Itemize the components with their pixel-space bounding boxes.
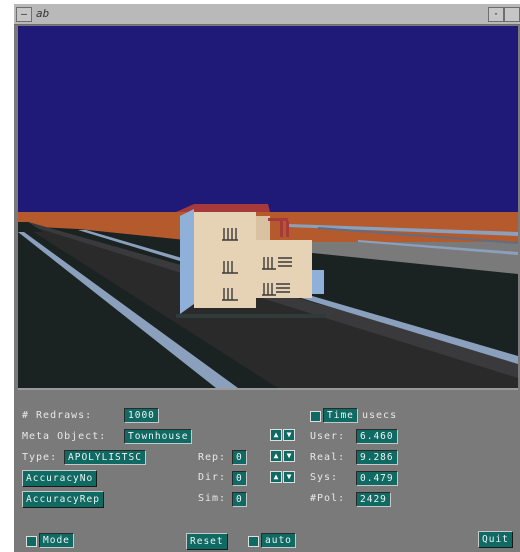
house-wing-side xyxy=(312,270,324,294)
control-panel: # Redraws: 1000 Meta Object: Townhouse T… xyxy=(18,388,518,552)
sys-label: Sys: xyxy=(310,472,339,483)
upper-floor xyxy=(256,216,270,240)
scene-render xyxy=(18,26,518,388)
type-field[interactable]: APOLYLISTSC xyxy=(64,450,146,465)
meta-up-arrow-icon[interactable]: ▲ xyxy=(270,429,282,441)
usecs-label: usecs xyxy=(362,410,398,421)
balcony-post xyxy=(280,221,283,237)
house-base-shadow xyxy=(176,314,326,318)
app-window: — ab · # Redraws: 1000 Meta Object: Town… xyxy=(14,4,520,552)
real-label: Real: xyxy=(310,452,346,463)
meta-down-arrow-icon[interactable]: ▼ xyxy=(283,429,295,441)
pol-label: #Pol: xyxy=(310,493,346,504)
accuracy-rep-button[interactable]: AccuracyRep xyxy=(22,491,104,508)
accuracy-no-button[interactable]: AccuracyNo xyxy=(22,470,98,487)
dir-down-arrow-icon[interactable]: ▼ xyxy=(283,471,295,483)
minimize-button[interactable]: · xyxy=(488,7,504,22)
quit-button[interactable]: Quit xyxy=(478,531,513,548)
dir-label: Dir: xyxy=(198,472,227,483)
title-bar: — ab · xyxy=(14,4,520,25)
mode-checkbox[interactable] xyxy=(26,536,37,547)
maximize-button[interactable] xyxy=(504,7,520,22)
mode-label: Mode xyxy=(39,533,74,548)
rep-up-arrow-icon[interactable]: ▲ xyxy=(270,450,282,462)
user-field: 6.460 xyxy=(356,429,398,444)
dir-up-arrow-icon[interactable]: ▲ xyxy=(270,471,282,483)
window-menu-button[interactable]: — xyxy=(16,7,32,22)
window-title: ab xyxy=(36,7,50,20)
type-label: Type: xyxy=(22,452,58,463)
sky xyxy=(18,26,518,214)
balcony-rail xyxy=(268,218,288,221)
user-label: User: xyxy=(310,431,346,442)
sys-field: 0.479 xyxy=(356,471,398,486)
reset-button[interactable]: Reset xyxy=(186,533,228,550)
dir-field[interactable]: 0 xyxy=(232,471,247,486)
auto-label: auto xyxy=(261,533,296,548)
meta-object-field[interactable]: Townhouse xyxy=(124,429,193,444)
distant-road-line xyxy=(358,240,518,255)
redraws-label: # Redraws: xyxy=(22,410,93,421)
rep-field[interactable]: 0 xyxy=(232,450,247,465)
sim-field[interactable]: 0 xyxy=(232,492,247,507)
pol-field: 2429 xyxy=(356,492,391,507)
auto-checkbox[interactable] xyxy=(248,536,259,547)
real-field: 9.286 xyxy=(356,450,398,465)
meta-object-label: Meta Object: xyxy=(22,431,107,442)
rep-down-arrow-icon[interactable]: ▼ xyxy=(283,450,295,462)
redraws-field[interactable]: 1000 xyxy=(124,408,159,423)
time-label: Time xyxy=(323,408,358,423)
time-checkbox[interactable] xyxy=(310,411,321,422)
house-side-wall xyxy=(180,209,194,314)
3d-viewport[interactable] xyxy=(18,26,518,388)
balcony-post xyxy=(286,221,289,237)
rep-label: Rep: xyxy=(198,452,227,463)
house-front-wall xyxy=(194,212,256,308)
sim-label: Sim: xyxy=(198,493,227,504)
